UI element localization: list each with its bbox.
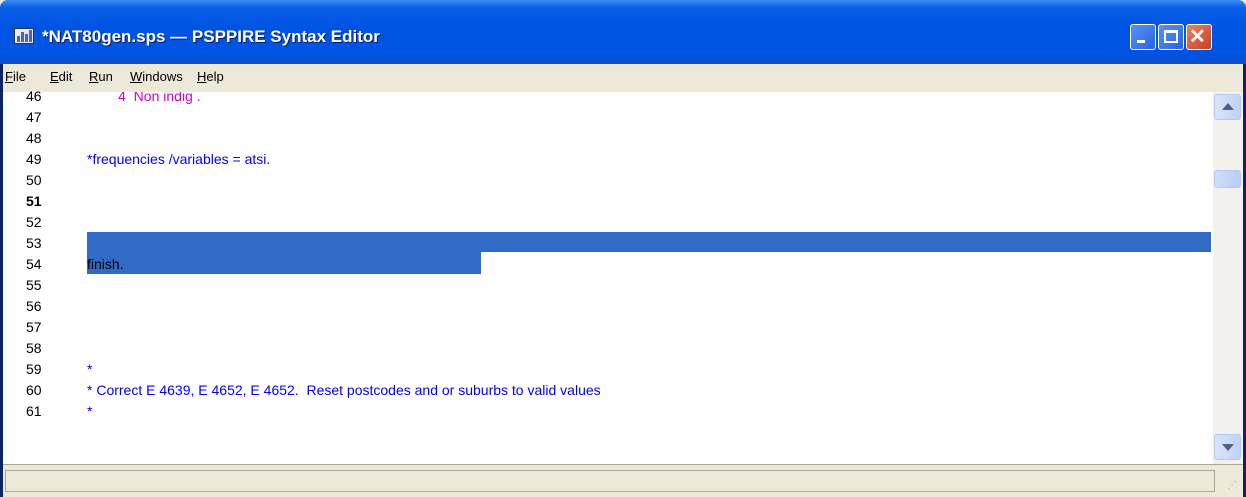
menu-windows-label: indows <box>142 69 183 84</box>
menu-file-label: ile <box>12 69 26 84</box>
code-text: select if (ResPostcode <box>87 193 231 209</box>
line-number: 52 <box>26 214 42 230</box>
minimize-button[interactable] <box>1130 24 1156 50</box>
menu-help-mnemonic: H <box>197 69 207 84</box>
syntax-editor[interactable]: 46 47 48 49 50 51 52 53 54 55 56 57 58 59 60 61 4 Non i… <box>3 88 1243 464</box>
chevron-up-icon <box>1222 103 1234 110</box>
selection-highlight <box>87 252 481 274</box>
code-text: finish. <box>87 256 124 272</box>
code-line: * <box>87 401 92 422</box>
code-line: * Correct E 4639, E 4652, E 4652. Reset … <box>87 380 601 401</box>
line-number: 47 <box>26 109 42 125</box>
code-line: select if (ResPostcode eq '0200'). <box>87 191 295 212</box>
code-text: '0200'). <box>246 193 296 209</box>
menu-windows-mnemonic: W <box>130 69 143 84</box>
resize-grip-icon[interactable]: ⋰ <box>1227 481 1237 491</box>
line-number: 50 <box>26 172 42 188</box>
title-bar[interactable]: *NAT80gen.sps — PSPPIRE Syntax Editor ✕ <box>0 0 1246 64</box>
line-number: 49 <box>26 151 42 167</box>
line-number: 51 <box>26 193 42 209</box>
code-line: *frequencies /variables = atsi. <box>87 149 270 170</box>
line-number: 53 <box>26 235 42 251</box>
line-number: 54 <box>26 256 42 272</box>
line-number: 55 <box>26 277 42 293</box>
close-button[interactable]: ✕ <box>1186 24 1212 50</box>
vertical-scrollbar[interactable] <box>1213 92 1243 464</box>
selection-highlight <box>87 232 1211 252</box>
line-number: 56 <box>26 298 42 314</box>
line-number: 48 <box>26 130 42 146</box>
code-text: * <box>87 403 93 419</box>
code-keyword: eq <box>230 193 247 209</box>
scroll-down-button[interactable] <box>1214 434 1241 460</box>
menu-help[interactable]: Help <box>197 69 224 84</box>
code-line: * <box>87 359 92 380</box>
code-area[interactable]: 4 Non indig . *frequencies /variables = a… <box>87 92 1211 464</box>
line-number: 60 <box>26 382 42 398</box>
menu-edit-label: dit <box>58 69 73 84</box>
code-text: list /variables=clientID, ResPostcode, s… <box>87 214 369 230</box>
window-title: *NAT80gen.sps — PSPPIRE Syntax Editor <box>42 27 380 46</box>
menu-file-mnemonic: F <box>5 69 13 84</box>
line-number: 59 <box>26 361 42 377</box>
maximize-button[interactable] <box>1158 24 1184 50</box>
pspp-app-icon[interactable] <box>14 28 34 44</box>
code-line: list /variables=clientID, ResPostcode, s… <box>87 212 368 233</box>
menu-edit-mnemonic: E <box>50 69 59 84</box>
minimize-icon <box>1137 40 1145 43</box>
syntax-editor-window: *NAT80gen.sps — PSPPIRE Syntax Editor ✕ … <box>0 0 1246 497</box>
menu-file[interactable]: File <box>5 69 26 84</box>
line-number: 46 <box>26 88 42 104</box>
menu-help-label: elp <box>206 69 224 84</box>
menu-run[interactable]: Run <box>89 69 113 84</box>
status-bar: ⋰ <box>3 464 1243 497</box>
menu-bar: File Edit Run Windows Help <box>3 64 1243 92</box>
line-number: 57 <box>26 319 42 335</box>
menu-windows[interactable]: Windows <box>130 69 183 84</box>
menu-run-label: un <box>98 69 113 84</box>
maximize-icon <box>1164 30 1178 43</box>
code-text: * Correct E 4639, E 4652, E 4652. Reset … <box>87 382 601 398</box>
scroll-up-button[interactable] <box>1214 94 1241 120</box>
close-icon: ✕ <box>1189 26 1206 48</box>
chevron-down-icon <box>1222 444 1234 451</box>
status-field <box>5 470 1215 492</box>
code-line: 4 Non indig . <box>87 92 201 107</box>
menu-run-mnemonic: R <box>89 69 99 84</box>
code-line: finish. <box>87 254 124 275</box>
line-number-gutter: 46 47 48 49 50 51 52 53 54 55 56 57 58 59 60 61 <box>3 88 87 464</box>
code-text: * <box>87 361 93 377</box>
scroll-thumb[interactable] <box>1214 170 1241 188</box>
menu-edit[interactable]: Edit <box>50 69 72 84</box>
line-number: 61 <box>26 403 42 419</box>
code-text: *frequencies /variables = atsi. <box>87 151 271 167</box>
code-text: 4 Non indig . <box>87 92 201 104</box>
line-number: 58 <box>26 340 42 356</box>
